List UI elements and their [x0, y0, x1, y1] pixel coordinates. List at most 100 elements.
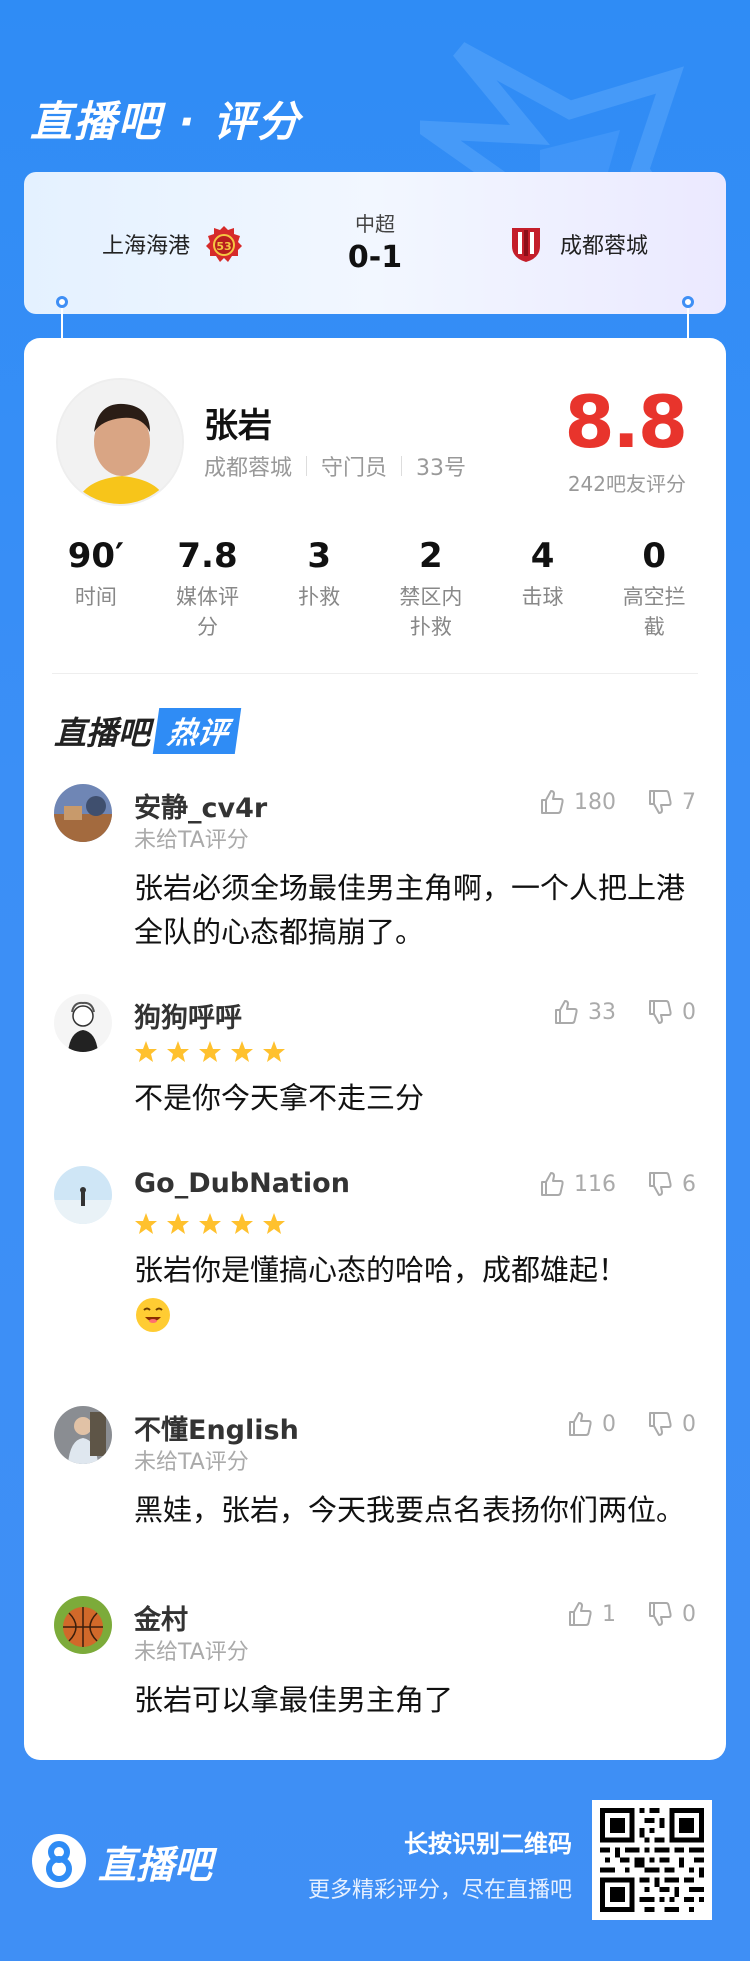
comment-text: 张岩可以拿最佳男主角了	[134, 1683, 454, 1717]
dislike-count: 0	[682, 1601, 696, 1627]
stat-value: 4	[530, 536, 555, 576]
like-button[interactable]: 180	[538, 788, 616, 816]
like-button[interactable]: 1	[566, 1600, 616, 1628]
stat-label: 高空拦截	[622, 585, 686, 639]
player-team: 成都蓉城	[204, 456, 293, 481]
like-button[interactable]: 116	[538, 1170, 616, 1198]
stat-punches: 4 击球	[487, 536, 599, 642]
star-icon	[263, 1213, 285, 1234]
comment-star-rating	[134, 1040, 286, 1064]
comment-username[interactable]: 金村	[134, 1598, 188, 1637]
logo-8-icon	[32, 1834, 86, 1888]
comment-rating-status: 未给TA评分	[134, 1450, 249, 1475]
thumbs-down-icon	[649, 1000, 672, 1024]
star-icon	[199, 1041, 221, 1062]
stat-value: 90′	[67, 536, 124, 576]
thumbs-down-icon	[649, 1172, 672, 1196]
comment-actions: 180 7	[508, 788, 696, 816]
stat-time: 90′ 时间	[40, 536, 152, 642]
meta-divider	[401, 456, 403, 476]
dislike-count: 0	[682, 1411, 696, 1437]
stat-label: 击球	[521, 585, 564, 609]
comment-avatar[interactable]	[54, 1166, 112, 1224]
like-count: 0	[602, 1411, 616, 1437]
comment-item: 安静_cv4r 未给TA评分 180 7 张岩必须全场最佳男主角啊，一个人把上港…	[24, 784, 726, 949]
player-number: 33号	[416, 456, 467, 481]
thumbs-up-icon	[555, 1000, 578, 1024]
thumbs-up-icon	[569, 1412, 592, 1436]
comment-text: 张岩你是懂搞心态的哈哈，成都雄起！	[134, 1253, 628, 1287]
footer-logo: 直播吧	[30, 1832, 212, 1890]
dislike-button[interactable]: 0	[646, 1600, 696, 1628]
comment-text: 黑娃，张岩，今天我要点名表扬你们两位。	[134, 1493, 686, 1527]
stat-high-claims: 0 高空拦截	[598, 536, 710, 642]
comment-item: 金村 未给TA评分 1 0 张岩可以拿最佳男主角了	[24, 1596, 726, 1717]
comment-item: Go_DubNation 116 6 张岩你是懂搞心态的哈哈，成都雄起！	[24, 1166, 726, 1346]
comment-avatar[interactable]	[54, 1406, 112, 1464]
player-avatar	[56, 378, 184, 506]
stat-label: 禁区内扑救	[399, 585, 463, 639]
player-name: 张岩	[204, 406, 272, 446]
comment-avatar[interactable]	[54, 994, 112, 1052]
stat-value: 3	[307, 536, 332, 576]
player-stats: 90′ 时间 7.8 媒体评分 3 扑救 2 禁区内扑救 4 击球 0 高空拦截	[40, 536, 710, 642]
away-team: 成都蓉城	[506, 224, 648, 264]
player-position: 守门员	[321, 456, 388, 481]
comment-item: 不懂English 未给TA评分 0 0 黑娃，张岩，今天我要点名表扬你们两位。	[24, 1406, 726, 1546]
rating-count: 242吧友评分	[567, 472, 686, 496]
comment-username[interactable]: 不懂English	[134, 1408, 299, 1447]
stat-label: 媒体评分	[176, 585, 239, 639]
thumbs-down-icon	[649, 790, 672, 814]
like-button[interactable]: 0	[566, 1410, 616, 1438]
like-button[interactable]: 33	[552, 998, 616, 1026]
dislike-button[interactable]: 0	[646, 1410, 696, 1438]
away-team-name: 成都蓉城	[559, 234, 648, 259]
dislike-button[interactable]: 7	[646, 788, 696, 816]
thumbs-up-icon	[541, 790, 564, 814]
star-icon	[135, 1213, 157, 1234]
dislike-count: 0	[682, 999, 696, 1025]
footer-logo-text: 直播吧	[98, 1842, 213, 1887]
emoji-icon	[136, 1298, 170, 1332]
star-icon	[231, 1213, 253, 1234]
stat-value: 7.8	[177, 536, 238, 576]
stat-value: 2	[419, 536, 443, 576]
stat-value: 0	[642, 536, 667, 576]
dislike-button[interactable]: 6	[646, 1170, 696, 1198]
away-team-crest-icon	[511, 228, 540, 262]
comment-rating-status: 未给TA评分	[134, 828, 249, 853]
comment-rating-status: 未给TA评分	[134, 1640, 249, 1665]
star-icon	[231, 1041, 253, 1062]
like-count: 116	[574, 1171, 616, 1197]
stat-box-saves: 2 禁区内扑救	[375, 536, 487, 642]
stat-label: 扑救	[298, 585, 341, 609]
star-icon	[263, 1041, 285, 1062]
player-rating-card: 张岩 成都蓉城 守门员 33号 8.8 242吧友评分 90′ 时间 7.8 媒体评…	[24, 338, 726, 1760]
comment-avatar[interactable]	[54, 1596, 112, 1654]
footer-tagline: 更多精彩评分，尽在直播吧	[307, 1878, 572, 1903]
comment-username[interactable]: Go_DubNation	[134, 1168, 350, 1199]
comment-actions: 0 0	[536, 1410, 696, 1438]
comment-star-rating	[134, 1212, 286, 1236]
comment-text: 张岩必须全场最佳男主角啊，一个人把上港全队的心态都搞崩了。	[134, 871, 686, 949]
match-scoreboard: 上海海港 53 中超 0-1 成都蓉城	[24, 172, 726, 314]
stat-saves: 3 扑救	[263, 536, 375, 642]
brand-title: 直播吧 · 评分	[30, 97, 302, 146]
comment-username[interactable]: 狗狗呼呼	[134, 996, 242, 1035]
hot-title-badge: 热评	[152, 708, 242, 754]
hot-title-part1: 直播吧	[54, 714, 151, 752]
comment-username[interactable]: 安静_cv4r	[134, 786, 267, 825]
thumbs-up-icon	[569, 1602, 592, 1626]
comment-avatar[interactable]	[54, 784, 112, 842]
stat-media-rating: 7.8 媒体评分	[152, 536, 264, 642]
star-icon	[135, 1041, 157, 1062]
comment-actions: 1 0	[536, 1600, 696, 1628]
section-divider	[52, 673, 698, 674]
thumbs-up-icon	[541, 1172, 564, 1196]
like-count: 33	[588, 999, 616, 1025]
comment-text: 不是你今天拿不走三分	[134, 1081, 425, 1115]
qr-code[interactable]	[592, 1800, 712, 1920]
comment-actions: 116 6	[508, 1170, 696, 1198]
dislike-button[interactable]: 0	[646, 998, 696, 1026]
thumbs-down-icon	[649, 1412, 672, 1436]
